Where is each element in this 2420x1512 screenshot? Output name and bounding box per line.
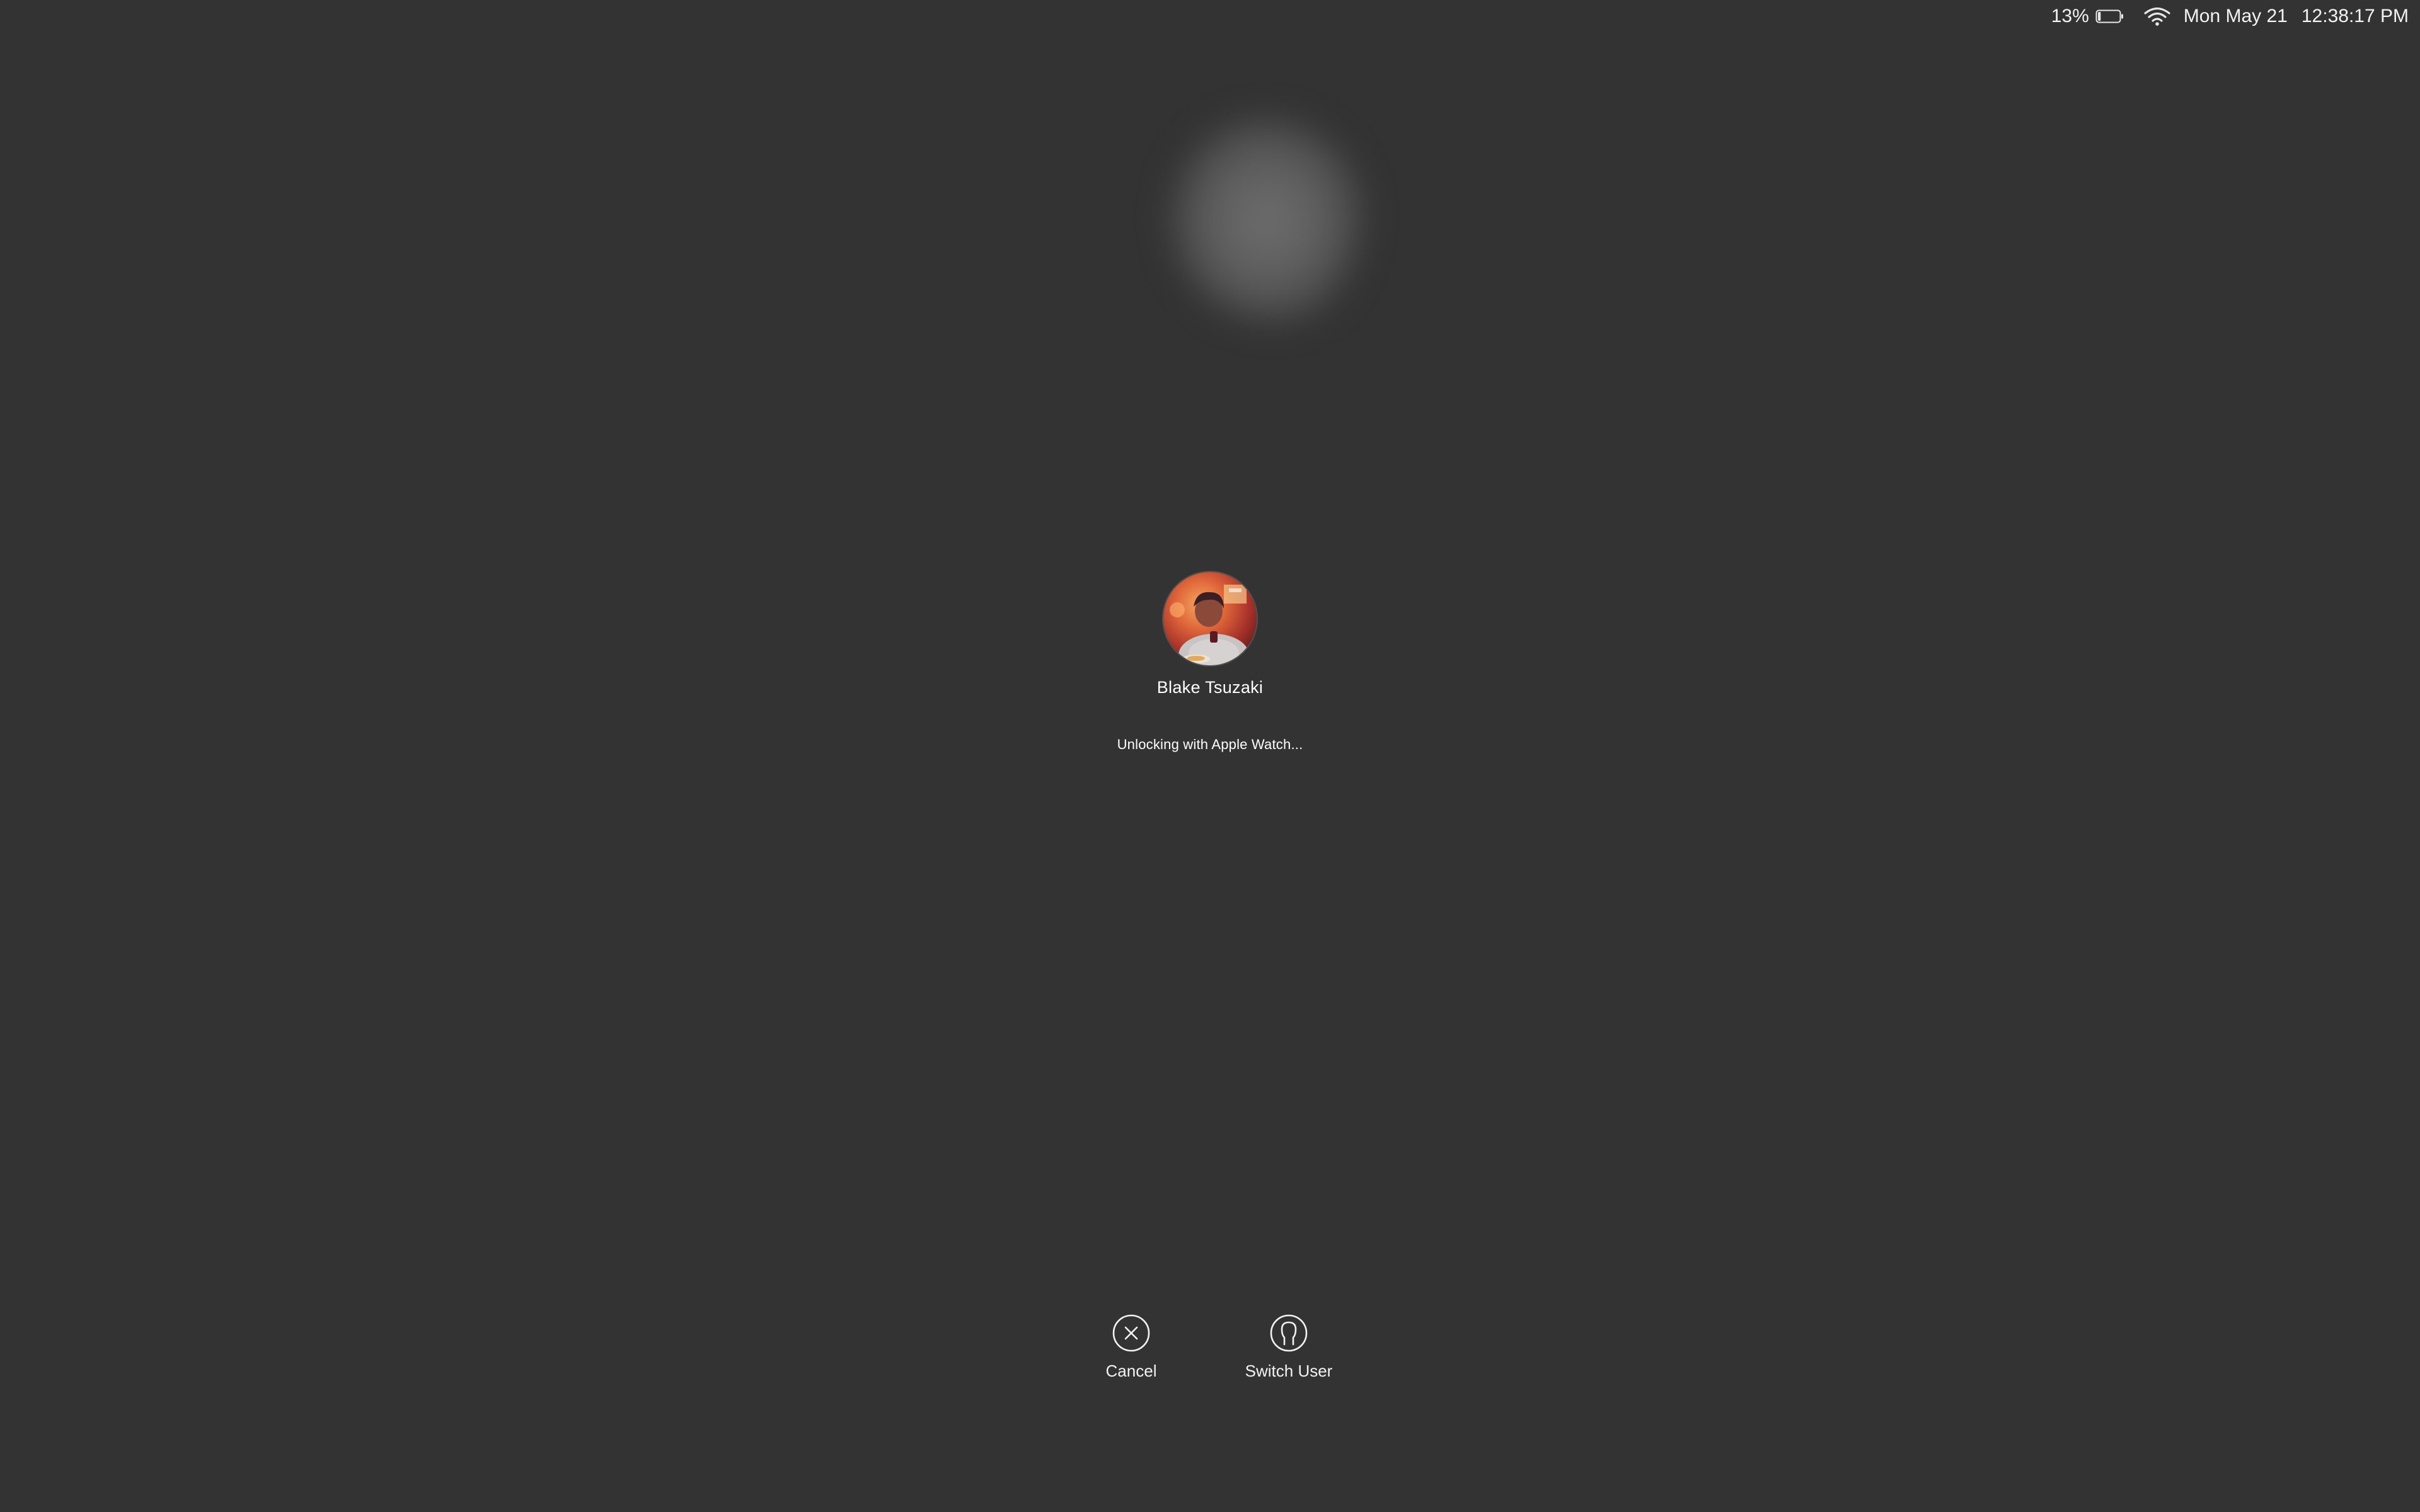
login-actions: Cancel Switch User — [0, 1314, 2420, 1381]
blurred-logo — [1172, 120, 1361, 321]
menubar-time[interactable]: 12:38:17 PM — [2302, 6, 2409, 27]
wifi-icon[interactable] — [2143, 6, 2171, 26]
circle-x-icon[interactable] — [1112, 1314, 1151, 1353]
user-silhouette-icon[interactable] — [1269, 1314, 1308, 1353]
menubar-status: 13% Mon May 21 12:38:17 PM — [2051, 0, 2409, 33]
user-name: Blake Tsuzaki — [1156, 678, 1264, 697]
unlock-status-message: Unlocking with Apple Watch... — [1117, 736, 1303, 752]
cancel-label[interactable]: Cancel — [1106, 1361, 1157, 1381]
menubar-date[interactable]: Mon May 21 — [2184, 6, 2288, 27]
switch-user-button[interactable]: Switch User — [1235, 1314, 1342, 1381]
user-avatar[interactable] — [1163, 572, 1257, 665]
battery-icon[interactable] — [2095, 8, 2124, 25]
user-block: Blake Tsuzaki Unlocking with Apple Watch… — [0, 572, 2420, 753]
battery-percent: 13% — [2051, 6, 2089, 26]
login-screen: 13% Mon May 21 12:38:17 PM Blake Tsuzaki… — [0, 0, 2420, 1512]
switch-user-label[interactable]: Switch User — [1245, 1361, 1333, 1381]
cancel-button[interactable]: Cancel — [1078, 1314, 1185, 1381]
